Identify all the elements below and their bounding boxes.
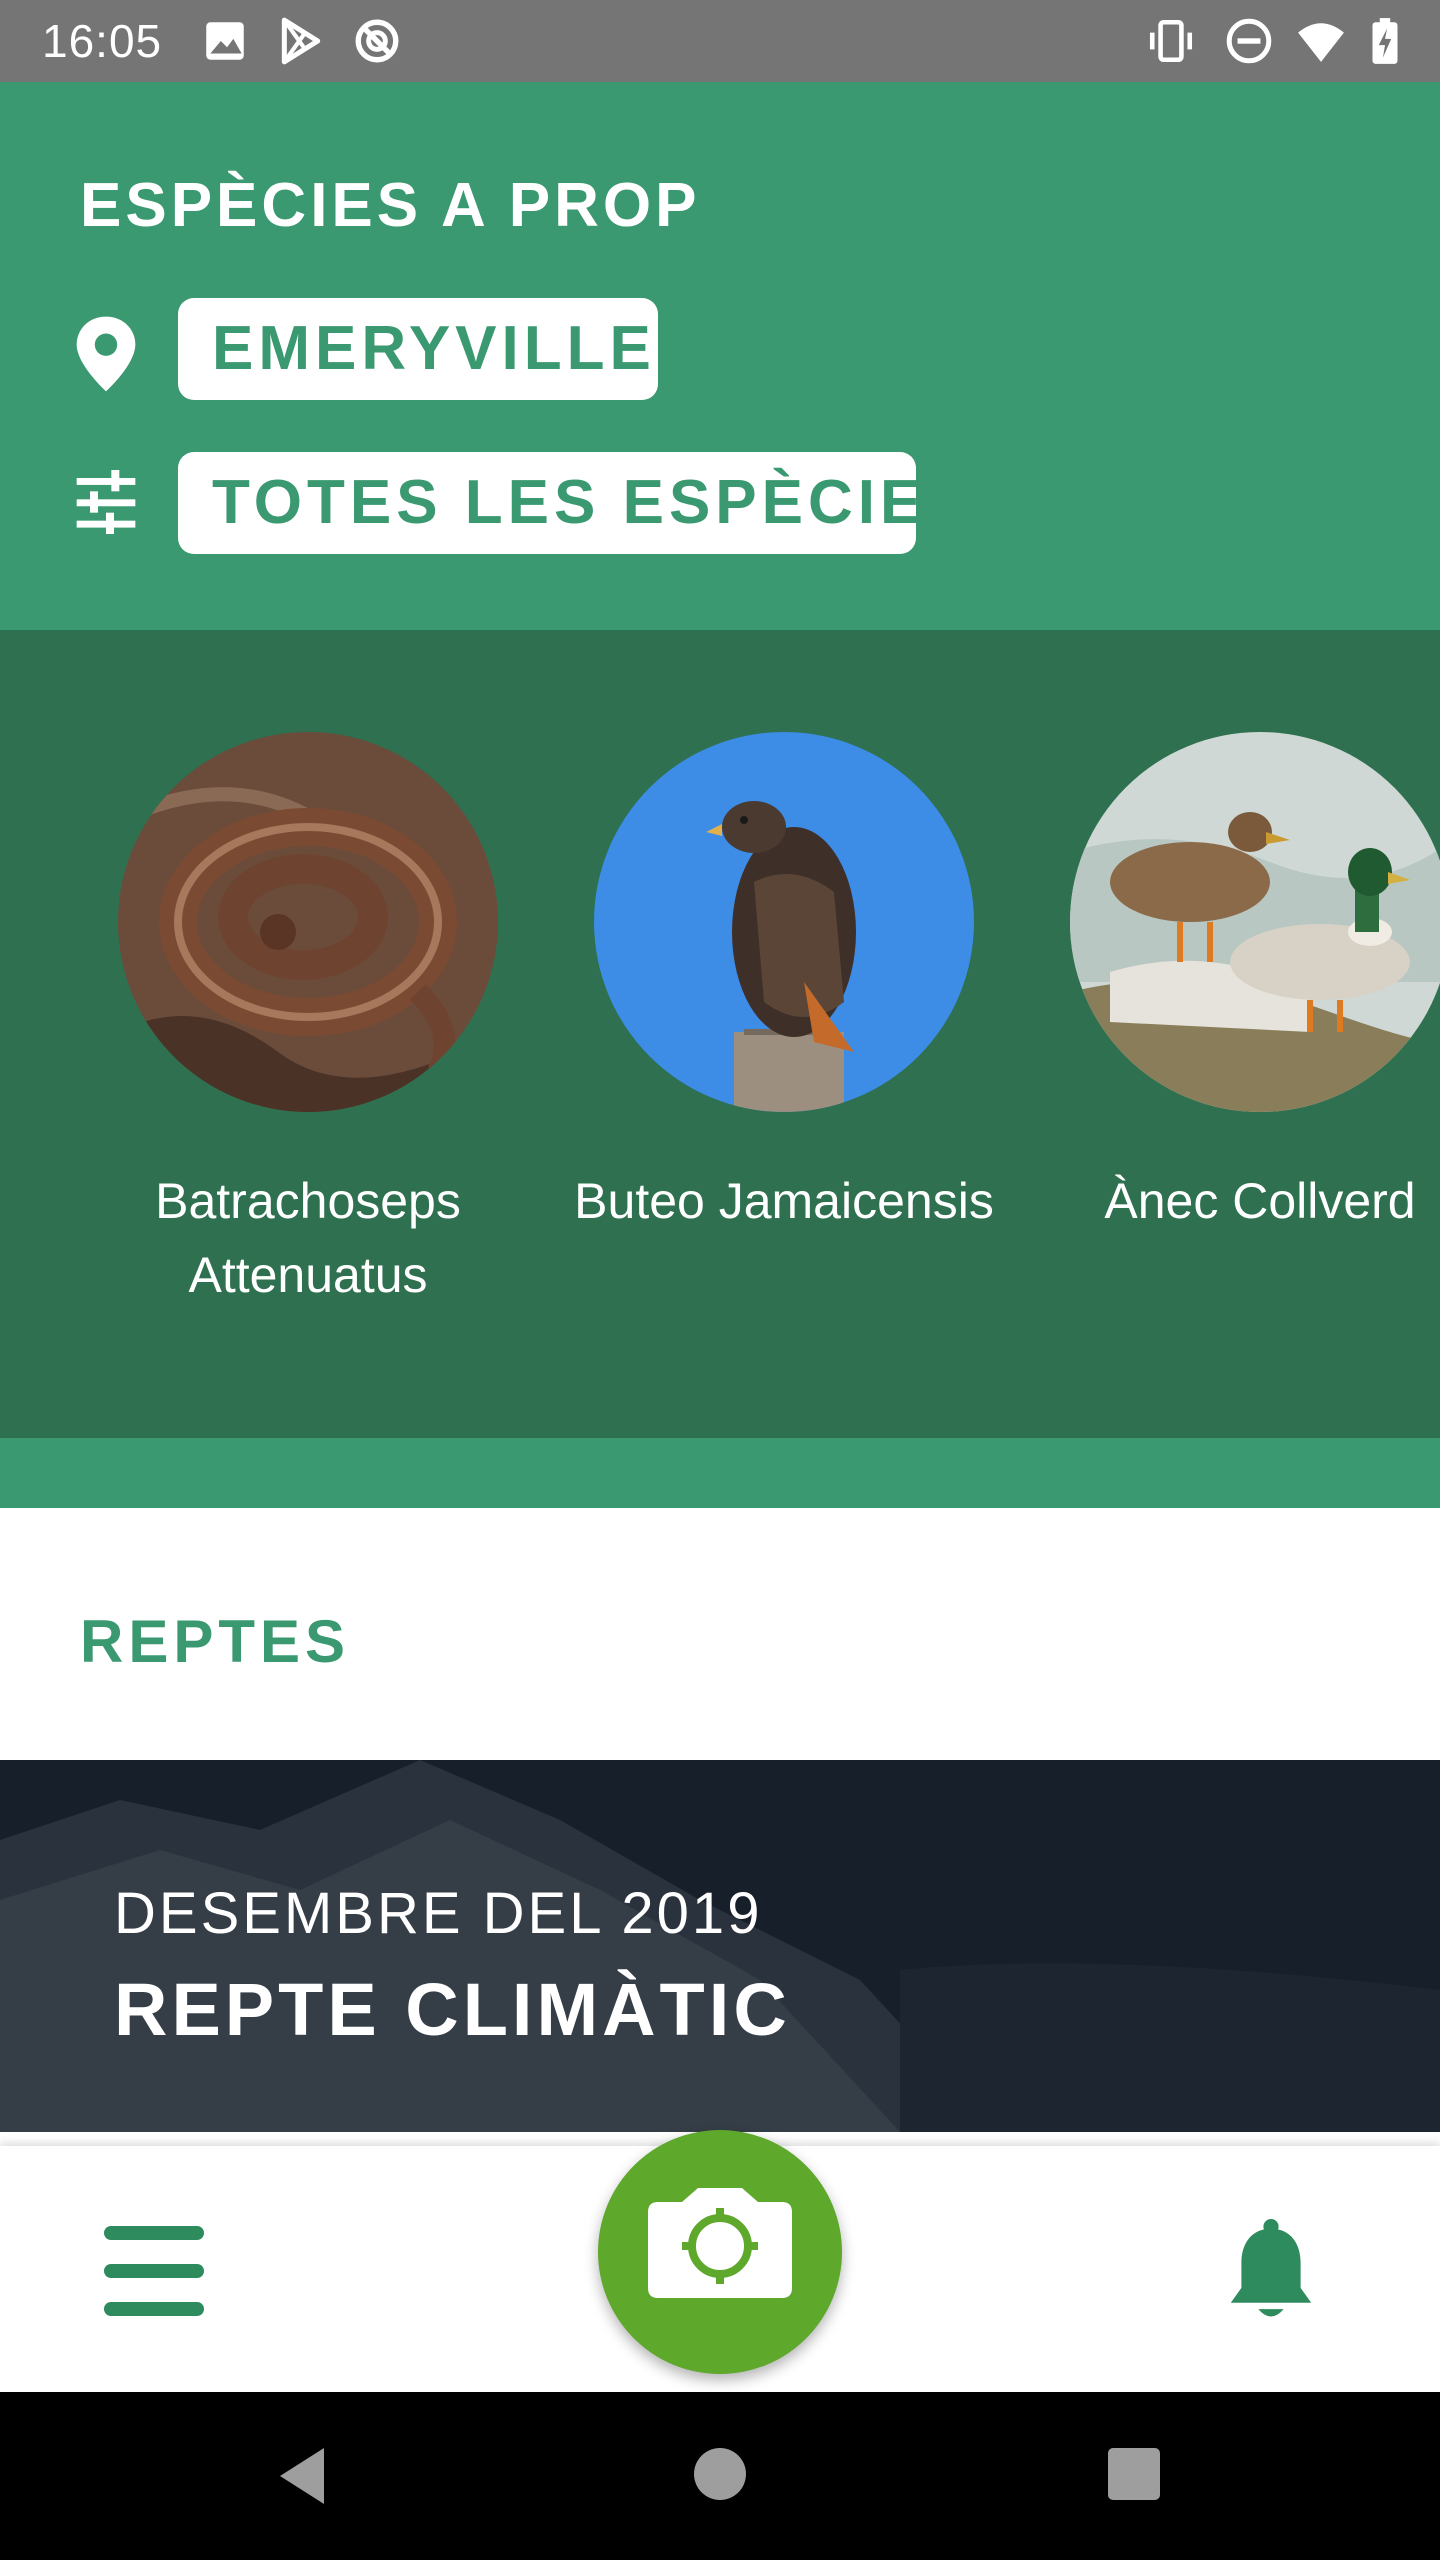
bell-icon[interactable] [1218,2216,1324,2326]
sync-icon [355,19,399,63]
home-icon[interactable] [694,2448,746,2500]
challenge-title: REPTE CLIMÀTIC [114,1968,791,2051]
nearby-species-header: ESPÈCIES A PROP EMERYVILLE TOTES LES ESP… [0,82,1440,630]
system-nav-bar [0,2392,1440,2560]
species-photo [1070,732,1440,1112]
do-not-disturb-icon [1226,18,1272,64]
hamburger-menu-icon[interactable] [104,2226,204,2316]
challenges-section-title: REPTES [80,1608,351,1675]
camera-button[interactable] [598,2130,842,2374]
species-filter-chip[interactable]: TOTES LES ESPÈCIES [178,452,968,554]
carousel-bottom-strip [0,1438,1440,1508]
status-time: 16:05 [42,15,163,67]
image-icon [206,22,244,60]
camera-icon [648,2188,792,2298]
species-photo [118,732,498,1112]
back-icon[interactable] [272,2444,332,2508]
challenge-banner[interactable]: DESEMBRE DEL 2019 REPTE CLIMÀTIC [0,1760,1440,2132]
wifi-icon [1298,23,1344,62]
vibrate-icon [1149,19,1193,63]
page-title: ESPÈCIES A PROP [80,171,701,240]
species-card[interactable]: Buteo Jamaicensis [574,732,994,1238]
species-carousel[interactable]: Batrachoseps Attenuatus Buteo Jamaicensi… [0,630,1440,1438]
species-photo [594,732,974,1112]
status-bar: 16:05 [0,0,1440,82]
species-name: Buteo Jamaicensis [574,1173,994,1229]
location-chip[interactable]: EMERYVILLE [178,298,658,400]
challenge-date: DESEMBRE DEL 2019 [114,1881,763,1946]
species-name: Batrachoseps Attenuatus [155,1173,461,1303]
play-store-icon [281,17,321,65]
species-card[interactable]: Ànec Collverd [1070,732,1440,1238]
battery-charging-icon [1372,18,1398,64]
location-pin-icon [76,316,136,392]
species-card[interactable]: Batrachoseps Attenuatus [118,732,498,1312]
recents-icon[interactable] [1108,2448,1160,2500]
filter-sliders-icon [76,470,136,534]
species-name: Ànec Collverd [1104,1173,1416,1229]
